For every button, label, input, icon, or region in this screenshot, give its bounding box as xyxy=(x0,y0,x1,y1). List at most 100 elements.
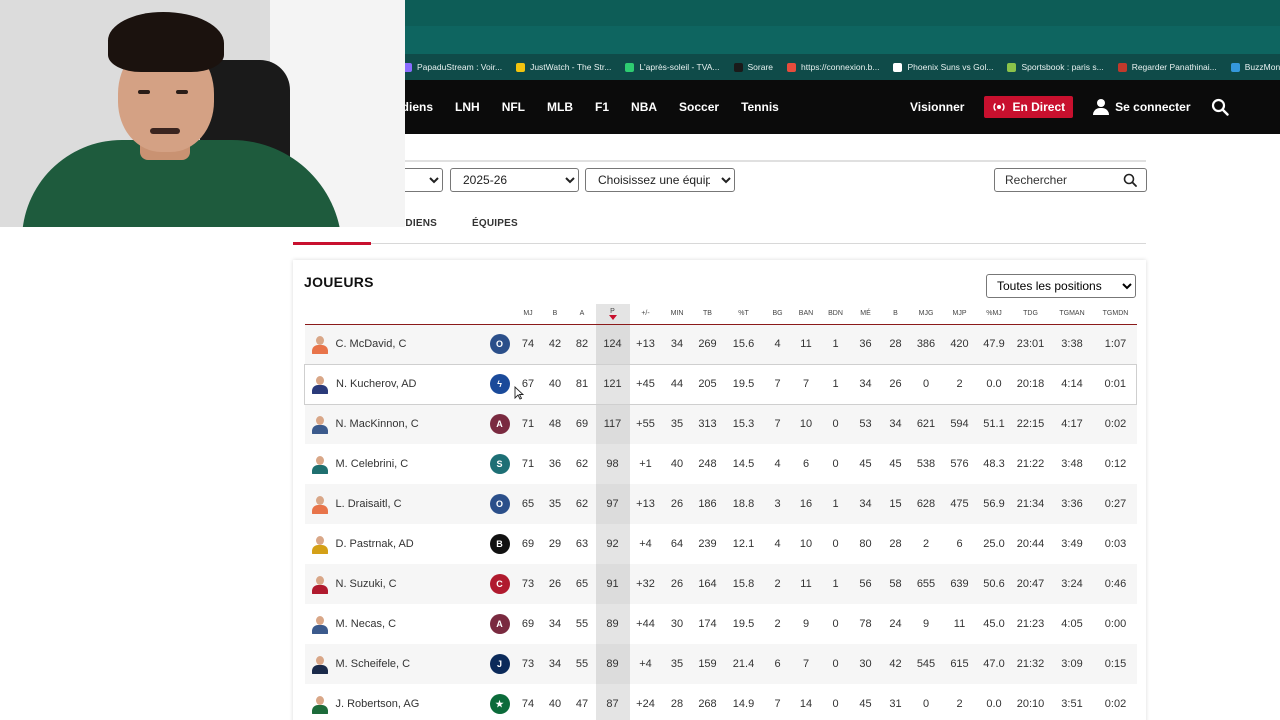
bookmark-item[interactable]: Regarder Panathinai... xyxy=(1117,62,1217,72)
column-header[interactable]: %T xyxy=(722,304,765,325)
position-select[interactable]: Toutes les positions xyxy=(986,274,1136,298)
player-name[interactable]: M. Scheifele, C xyxy=(336,658,411,670)
search-icon[interactable] xyxy=(1211,98,1229,116)
player-avatar xyxy=(311,494,329,514)
stat-cell: 4:14 xyxy=(1049,363,1095,405)
column-header[interactable]: P xyxy=(595,304,630,325)
search-icon[interactable] xyxy=(1123,173,1137,187)
bookmark-item[interactable]: Phoenix Suns vs Gol... xyxy=(893,62,993,72)
column-header[interactable]: +/- xyxy=(629,304,662,325)
nav-link[interactable]: F1 xyxy=(595,100,609,114)
column-header[interactable]: TGMDN xyxy=(1094,304,1137,325)
bookmark-item[interactable]: JustWatch - The Str... xyxy=(516,62,611,72)
stat-cell: 35 xyxy=(661,644,693,684)
column-header[interactable]: TDG xyxy=(1011,304,1050,325)
table-row[interactable]: N. Kucherov, AD ϟ 67 40 81 121 +45 44 205 19.5 7 7 1… xyxy=(304,363,1137,405)
table-row[interactable]: L. Draisaitl, C O 65 35 62 97 +13 26 186 18.8 3 16 1… xyxy=(304,484,1137,524)
bookmark-item[interactable]: BuzzMonclick - Le... xyxy=(1230,62,1280,72)
team-select[interactable]: Choisissez une équipe xyxy=(585,168,735,192)
table-row[interactable]: M. Celebrini, C S 71 36 62 98 +1 40 248 14.5 4 6 0 45… xyxy=(304,444,1137,484)
table-row[interactable]: C. McDavid, C O 74 42 82 124 +13 34 269 15.6 4 11 1 3… xyxy=(304,324,1137,364)
nav-link[interactable]: Soccer xyxy=(679,100,719,114)
stat-cell: 2 xyxy=(764,564,791,604)
bookmark-item[interactable]: Sorare xyxy=(733,62,773,72)
column-header[interactable]: BAN xyxy=(790,304,822,325)
stat-cell: 15.6 xyxy=(722,324,765,364)
column-header[interactable]: MJP xyxy=(942,304,977,325)
stat-cell: 121 xyxy=(595,363,630,405)
player-cell[interactable]: C. McDavid, C xyxy=(304,324,485,364)
column-header[interactable]: BG xyxy=(764,304,791,325)
search-field[interactable] xyxy=(994,168,1147,192)
stat-cell: +55 xyxy=(629,404,662,444)
bookmark-label: https://connexion.b... xyxy=(801,62,880,72)
table-row[interactable]: J. Robertson, AG ★ 74 40 47 87 +24 28 268 14.9 7 14… xyxy=(304,684,1137,720)
player-name[interactable]: D. Pastrnak, AD xyxy=(336,538,414,550)
player-cell[interactable]: M. Celebrini, C xyxy=(304,444,485,484)
stat-cell: +45 xyxy=(629,363,662,405)
bookmark-item[interactable]: https://connexion.b... xyxy=(787,62,879,72)
table-row[interactable]: N. Suzuki, C C 73 26 65 91 +32 26 164 15.8 2 11 1 56 5… xyxy=(304,564,1137,604)
section-tabs: RDIENS ÉQUIPES xyxy=(293,210,1146,245)
section-title: JOUEURS xyxy=(304,274,374,290)
player-cell[interactable]: D. Pastrnak, AD xyxy=(304,524,485,564)
tab-teams[interactable]: ÉQUIPES xyxy=(472,218,518,229)
column-header[interactable]: MJG xyxy=(909,304,943,325)
bookmark-item[interactable]: PapaduStream : Voir... xyxy=(403,62,502,72)
column-header[interactable]: %MJ xyxy=(976,304,1012,325)
player-avatar xyxy=(311,534,329,554)
nav-link[interactable]: NFL xyxy=(502,100,525,114)
stat-cell: 475 xyxy=(942,484,977,524)
column-header[interactable]: A xyxy=(568,304,596,325)
stat-cell: 89 xyxy=(595,604,630,644)
player-cell[interactable]: N. MacKinnon, C xyxy=(304,404,485,444)
column-header[interactable]: MJ xyxy=(514,304,542,325)
webcam-person-hair xyxy=(108,12,224,72)
player-name[interactable]: N. Kucherov, AD xyxy=(336,378,417,390)
player-name[interactable]: M. Necas, C xyxy=(336,618,397,630)
player-cell[interactable]: M. Scheifele, C xyxy=(304,644,485,684)
search-input[interactable] xyxy=(1005,173,1123,187)
nav-link[interactable]: Tennis xyxy=(741,100,779,114)
live-button[interactable]: En Direct xyxy=(984,96,1074,118)
player-cell[interactable]: N. Suzuki, C xyxy=(304,564,485,604)
column-header[interactable]: B xyxy=(541,304,569,325)
player-cell[interactable]: J. Robertson, AG xyxy=(304,684,485,720)
nav-link[interactable]: LNH xyxy=(455,100,480,114)
stat-cell: 313 xyxy=(692,404,723,444)
player-name[interactable]: N. MacKinnon, C xyxy=(336,418,419,430)
bookmark-label: JustWatch - The Str... xyxy=(530,62,612,72)
player-name[interactable]: M. Celebrini, C xyxy=(336,458,409,470)
nav-link[interactable]: NBA xyxy=(631,100,657,114)
stat-cell: 0.0 xyxy=(976,684,1012,720)
player-cell[interactable]: N. Kucherov, AD xyxy=(304,363,485,405)
nav-link[interactable]: MLB xyxy=(547,100,573,114)
column-header[interactable]: B xyxy=(881,304,910,325)
column-header[interactable]: MIN xyxy=(661,304,693,325)
season-select[interactable]: 2025-26 xyxy=(450,168,579,192)
stat-cell: 47.9 xyxy=(976,324,1012,364)
player-cell[interactable]: L. Draisaitl, C xyxy=(304,484,485,524)
stat-cell: 205 xyxy=(692,363,723,405)
table-row[interactable]: D. Pastrnak, AD B 69 29 63 92 +4 64 239 12.1 4 10 0 8… xyxy=(304,524,1137,564)
player-name[interactable]: J. Robertson, AG xyxy=(336,698,420,710)
bookmark-item[interactable]: Sportsbook : paris s... xyxy=(1007,62,1104,72)
column-header[interactable]: TGMAN xyxy=(1049,304,1095,325)
column-header[interactable]: BDN xyxy=(821,304,850,325)
stat-cell: 25.0 xyxy=(976,524,1012,564)
player-cell[interactable]: M. Necas, C xyxy=(304,604,485,644)
table-row[interactable]: N. MacKinnon, C A 71 48 69 117 +55 35 313 15.3 7 10… xyxy=(304,404,1137,444)
team-cell: B xyxy=(484,524,515,564)
stat-cell: 78 xyxy=(849,604,882,644)
table-row[interactable]: M. Scheifele, C J 73 34 55 89 +4 35 159 21.4 6 7 0 30… xyxy=(304,644,1137,684)
table-row[interactable]: M. Necas, C A 69 34 55 89 +44 30 174 19.5 2 9 0 78 24 9… xyxy=(304,604,1137,644)
watch-link[interactable]: Visionner xyxy=(910,100,964,114)
stat-cell: 69 xyxy=(514,604,542,644)
player-name[interactable]: L. Draisaitl, C xyxy=(336,498,402,510)
player-name[interactable]: C. McDavid, C xyxy=(336,338,407,350)
column-header[interactable]: TB xyxy=(692,304,723,325)
signin-link[interactable]: Se connecter xyxy=(1093,99,1191,115)
bookmark-item[interactable]: L'après-soleil - TVA... xyxy=(625,62,720,72)
player-name[interactable]: N. Suzuki, C xyxy=(336,578,397,590)
column-header[interactable]: MÉ xyxy=(849,304,882,325)
